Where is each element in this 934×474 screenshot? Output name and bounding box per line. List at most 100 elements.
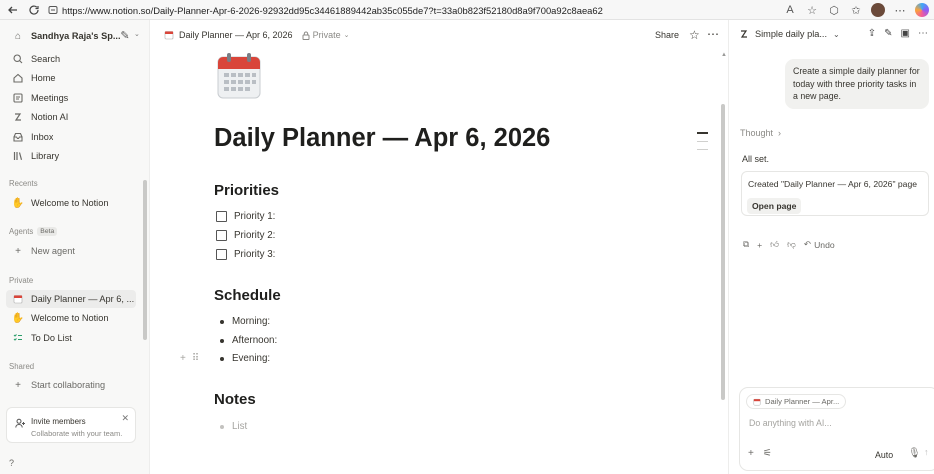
sidebar-item-label: Inbox xyxy=(31,132,54,142)
url-text[interactable]: https://www.notion.so/Daily-Planner-Apr-… xyxy=(62,5,603,16)
refresh-icon[interactable] xyxy=(25,1,43,19)
invite-members-card[interactable]: Invite members Collaborate with your tea… xyxy=(6,407,136,443)
drag-handle-icon[interactable]: ⠿ xyxy=(192,353,199,364)
sidebar-item-label: Search xyxy=(31,54,61,64)
send-icon[interactable]: ↑ xyxy=(924,447,929,457)
ai-chat-title-text: Simple daily pla... xyxy=(755,29,828,39)
thumbs-up-icon[interactable]: 👍︎ xyxy=(770,239,779,250)
bullet-item[interactable]: Afternoon: xyxy=(220,335,277,346)
sidebar-item-inbox[interactable]: Inbox xyxy=(6,128,136,146)
sidebar-item-library[interactable]: Library xyxy=(6,147,136,165)
todo-text[interactable]: Priority 1: xyxy=(234,211,275,222)
shared-header: Shared xyxy=(9,362,35,371)
context-chip[interactable]: Daily Planner — Apr... xyxy=(746,394,847,409)
extensions-icon[interactable]: ⬡ xyxy=(826,2,842,18)
new-page-icon[interactable]: ✎ xyxy=(119,29,131,42)
thought-toggle[interactable]: Thought › xyxy=(740,128,781,138)
read-aloud-icon[interactable]: A xyxy=(782,2,798,18)
table-of-contents-minimap[interactable] xyxy=(697,132,708,157)
todo-item[interactable]: Priority 3: xyxy=(216,249,275,260)
lock-icon[interactable] xyxy=(48,5,58,15)
mode-selector[interactable]: Auto xyxy=(875,450,893,460)
undo-button[interactable]: ↶ Undo xyxy=(804,239,835,250)
breadcrumb[interactable]: Daily Planner — Apr 6, 2026 Private ⌄ xyxy=(164,30,349,40)
new-agent-button[interactable]: + New agent xyxy=(6,242,136,260)
chevron-down-icon: ⌄ xyxy=(343,32,350,39)
bullet-item[interactable]: List xyxy=(220,421,247,432)
workspace-switcher[interactable]: ⌂ Sandhya Raja's Sp... xyxy=(6,27,136,45)
bullet-text[interactable]: Afternoon: xyxy=(232,335,277,346)
settings-sliders-icon[interactable]: ⚟ xyxy=(763,448,772,459)
plus-icon[interactable]: + xyxy=(757,240,762,250)
sidebar-item-daily-planner[interactable]: Daily Planner — Apr 6, ... xyxy=(6,290,136,308)
checkbox[interactable] xyxy=(216,211,227,222)
scroll-up-arrow-icon[interactable]: ▲ xyxy=(721,52,727,58)
bullet-text[interactable]: Evening: xyxy=(232,353,270,364)
favorites-icon[interactable]: ✩ xyxy=(848,2,864,18)
sidebar-scrollbar[interactable] xyxy=(143,180,147,340)
schedule-heading[interactable]: Schedule xyxy=(214,287,281,304)
favorite-icon[interactable]: ☆ xyxy=(689,28,700,42)
search-icon xyxy=(10,51,26,67)
help-icon[interactable]: ? xyxy=(9,458,14,468)
open-page-button[interactable]: Open page xyxy=(747,198,802,214)
inbox-icon xyxy=(10,129,26,145)
private-header: Private xyxy=(9,276,34,285)
privacy-selector[interactable]: Private ⌄ xyxy=(302,30,350,40)
add-block-icon[interactable]: + xyxy=(180,353,186,364)
chevron-down-icon[interactable]: ⌄ xyxy=(134,30,140,38)
browser-more-icon[interactable]: ⋯ xyxy=(892,2,908,18)
more-options-icon[interactable]: ⋯ xyxy=(707,27,719,41)
profile-icon[interactable] xyxy=(870,2,886,18)
sidebar-item-home[interactable]: Home xyxy=(6,69,136,87)
sidebar-item-search[interactable]: Search xyxy=(6,50,136,68)
checkbox[interactable] xyxy=(216,230,227,241)
wave-emoji-icon: ✋ xyxy=(11,197,25,209)
todo-text[interactable]: Priority 2: xyxy=(234,230,275,241)
checkbox[interactable] xyxy=(216,249,227,260)
bullet-text[interactable]: Morning: xyxy=(232,316,270,327)
copilot-icon[interactable] xyxy=(914,2,930,18)
address-bar[interactable]: https://www.notion.so/Daily-Planner-Apr-… xyxy=(46,2,766,18)
sidebar-item-label: Welcome to Notion xyxy=(31,198,109,208)
thumbs-down-icon[interactable]: 👎︎ xyxy=(787,239,796,250)
close-icon[interactable]: ✕ xyxy=(121,413,129,424)
priorities-heading[interactable]: Priorities xyxy=(214,182,279,199)
new-chat-icon[interactable]: ✎ xyxy=(884,28,892,39)
microphone-icon[interactable]: 🎙︎ xyxy=(908,448,921,459)
sidebar-item-notion-ai[interactable]: Notion AI xyxy=(6,108,136,126)
share-button[interactable]: Share xyxy=(655,30,679,40)
sidebar-item-todo-list[interactable]: To Do List xyxy=(6,329,136,347)
more-icon[interactable]: ⋯ xyxy=(918,28,928,39)
copy-icon[interactable]: ⧉ xyxy=(743,239,749,250)
agents-header-label: Agents xyxy=(9,227,34,236)
composer-tools: + ⚟ xyxy=(748,448,772,459)
todo-item[interactable]: Priority 1: xyxy=(216,211,275,222)
todo-item[interactable]: Priority 2: xyxy=(216,230,275,241)
plus-icon: + xyxy=(15,379,21,391)
breadcrumb-title[interactable]: Daily Planner — Apr 6, 2026 xyxy=(179,30,293,40)
page-scrollbar[interactable] xyxy=(721,104,725,400)
page-calendar-icon[interactable] xyxy=(216,52,262,100)
ai-composer: Daily Planner — Apr... + ⚟ Auto 🎙︎ ↑ xyxy=(739,387,934,471)
bullet-item[interactable]: Evening: xyxy=(220,353,270,364)
todo-text[interactable]: Priority 3: xyxy=(234,249,275,260)
sidebar-item-meetings[interactable]: Meetings xyxy=(6,89,136,107)
invite-title: Invite members xyxy=(31,417,86,426)
back-icon[interactable] xyxy=(4,1,22,19)
sidebar-toggle-icon[interactable]: ▣ xyxy=(901,28,910,39)
ai-input[interactable] xyxy=(749,418,929,428)
ai-chat-title[interactable]: Simple daily pla... ⌄ xyxy=(739,29,840,39)
sidebar-item-welcome-recent[interactable]: ✋ Welcome to Notion xyxy=(6,194,136,212)
notes-heading[interactable]: Notes xyxy=(214,391,256,408)
bullet-item[interactable]: Morning: xyxy=(220,316,270,327)
start-collaborating-button[interactable]: + Start collaborating xyxy=(6,376,136,394)
page-title[interactable]: Daily Planner — Apr 6, 2026 xyxy=(214,124,550,153)
list-placeholder[interactable]: List xyxy=(232,421,247,432)
start-collaborating-label: Start collaborating xyxy=(31,380,106,390)
attach-plus-icon[interactable]: + xyxy=(748,448,754,459)
sidebar-item-welcome[interactable]: ✋ Welcome to Notion xyxy=(6,309,136,327)
ai-panel: Simple daily pla... ⌄ ⇪ ✎ ▣ ⋯ Create a s… xyxy=(728,20,934,474)
favorite-star-icon[interactable]: ☆ xyxy=(804,2,820,18)
share-icon[interactable]: ⇪ xyxy=(868,28,876,39)
